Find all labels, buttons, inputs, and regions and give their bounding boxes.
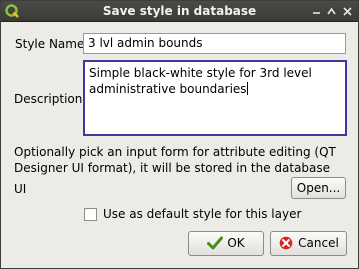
text-caret [246,82,248,95]
description-textarea[interactable]: Simple black-white style for 3rd level a… [83,60,347,136]
minimize-icon[interactable] [310,5,323,18]
description-label: Description [14,92,83,106]
ok-button[interactable]: OK [188,231,264,256]
cancel-button[interactable]: Cancel [270,231,347,256]
ui-form-info-text: Optionally pick an input form for attrib… [14,145,336,175]
ui-label: UI [14,182,27,196]
maximize-icon[interactable] [325,5,338,18]
description-text: Simple black-white style for 3rd level a… [89,66,312,96]
default-style-checkbox-label[interactable]: Use as default style for this layer [103,207,301,221]
ok-button-label: OK [227,236,245,250]
cancel-button-label: Cancel [298,236,339,250]
check-icon [207,236,224,250]
title-bar[interactable]: Save style in database [1,1,358,22]
style-name-input[interactable]: 3 lvl admin bounds [83,33,346,54]
save-style-dialog: Save style in database Style Name 3 lvl … [0,0,359,269]
cancel-x-icon [279,236,293,250]
window-title: Save style in database [102,4,257,18]
open-ui-file-button[interactable]: Open... [291,177,346,199]
style-name-label: Style Name [15,37,85,51]
close-icon[interactable] [341,5,354,18]
default-style-checkbox[interactable] [84,208,97,221]
